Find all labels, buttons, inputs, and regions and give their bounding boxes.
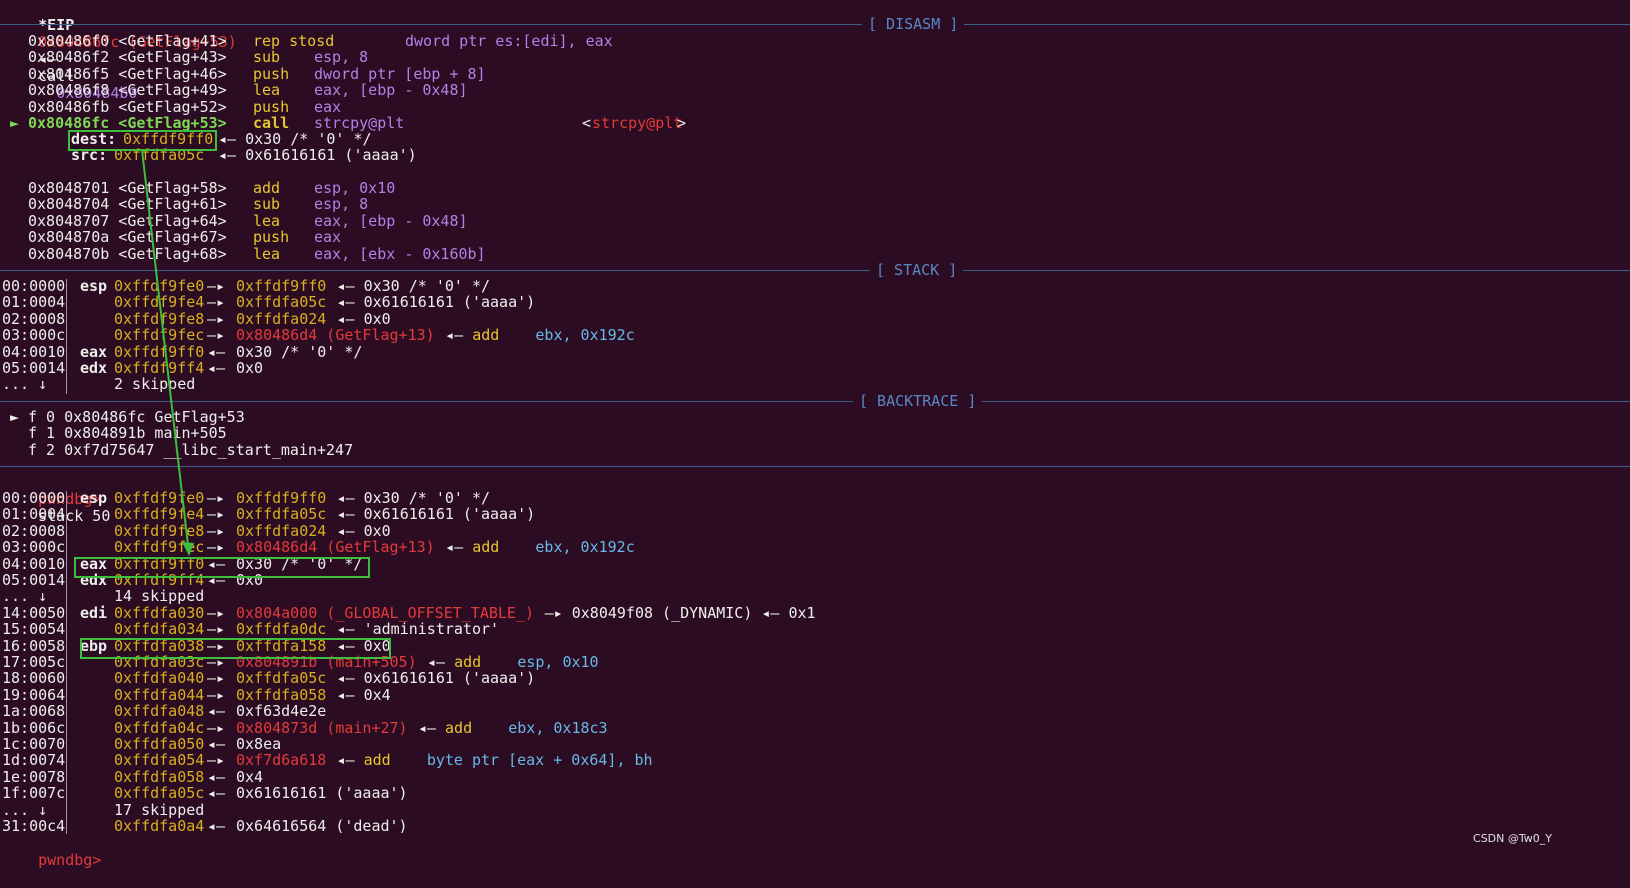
watermark: CSDN @Tw0_Y [1473, 832, 1552, 845]
annotation-arrow [141, 149, 194, 556]
terminal-window[interactable]: *EIP 0x80486fc (GetFlag+53) ◂— call 0x80… [0, 0, 1630, 888]
